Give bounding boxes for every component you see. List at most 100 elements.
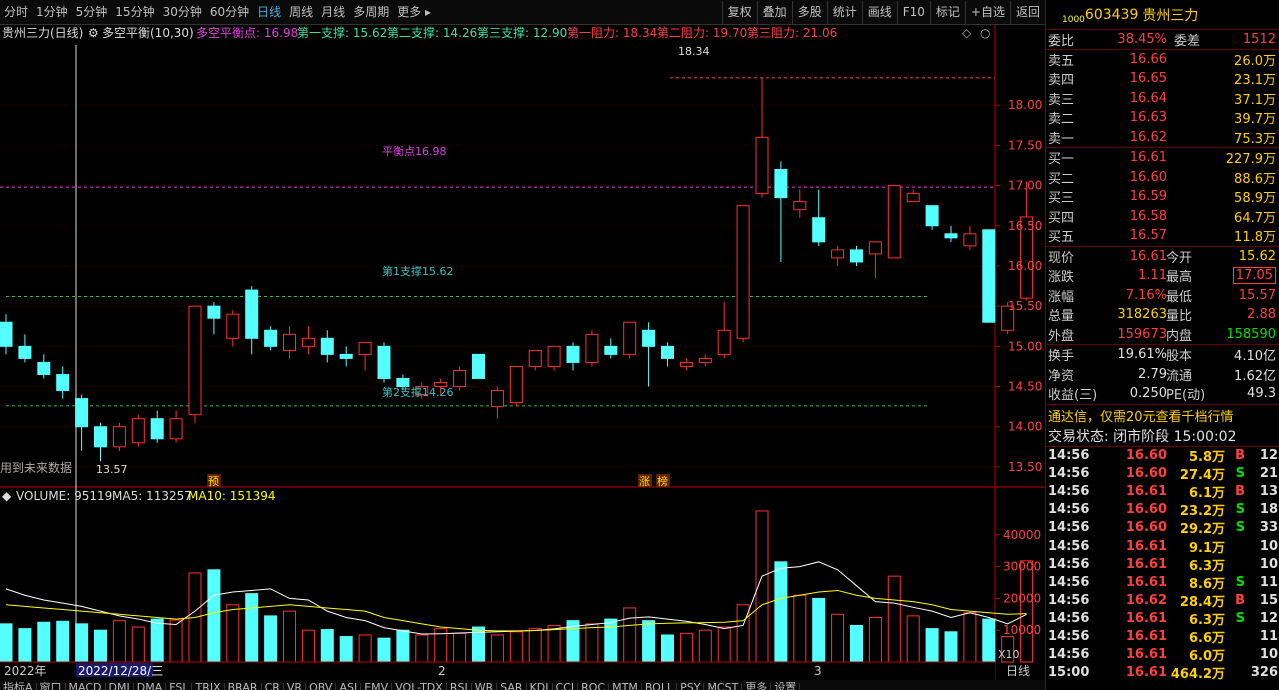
ask-price-2[interactable]: 16.64 [1130,91,1167,106]
indicator-tab-22[interactable]: PSY [677,682,705,690]
period-tab-9[interactable]: 多周期 [349,0,393,25]
indicator-tab-17[interactable]: KDJ [527,682,553,690]
tick-price-10: 16.61 [1125,628,1167,644]
chart-stock-title: 贵州三力(日线) [2,26,83,40]
tick-price-8: 16.62 [1125,592,1167,608]
volume-bar-15 [283,610,296,663]
indicator-tab-5[interactable]: FSL [166,682,193,690]
candle-14[interactable] [264,326,278,351]
candle-33[interactable] [623,321,637,359]
bid-price-0[interactable]: 16.61 [1130,150,1167,165]
bid-book: 买一 16.61 227.9万 买二 16.60 88.6万 买三 16.59 58.9万 买四 1… [1046,147,1279,246]
price-tick-2: 17.00 [1008,179,1042,193]
period-tab-7[interactable]: 周线 [285,0,317,25]
volume-bar-12 [226,604,240,663]
indicator-tab-15[interactable]: WR [472,682,498,690]
indicator-tab-20[interactable]: MTM [609,682,642,690]
ask-price-4[interactable]: 16.62 [1130,130,1167,145]
indicator-tab-2[interactable]: MACD [66,682,106,690]
indicator-tab-21[interactable]: BOLL [642,682,678,690]
ask-label-2: 卖三 [1048,92,1075,108]
period-tab-6[interactable]: 日线 [253,0,285,25]
bid-price-4[interactable]: 16.57 [1130,228,1167,243]
indicator-tab-6[interactable]: TRIX [192,682,225,690]
candle-31[interactable] [585,330,599,367]
candle-25[interactable] [472,353,485,379]
expand-icon[interactable]: ◇ [962,26,972,40]
toolbar-button-7[interactable]: +自选 [964,1,1010,25]
indicator-tab-4[interactable]: DMA [134,682,167,690]
period-tab-4[interactable]: 30分钟 [159,0,206,25]
ad-banner[interactable]: 通达信，仅需20元查看千档行情 [1046,403,1279,426]
candle-47[interactable] [887,185,901,259]
volume-bar-38 [717,626,731,663]
volume-bar-9 [169,619,183,663]
ask-price-3[interactable]: 16.63 [1130,110,1167,125]
indicator-tab-1[interactable]: 窗口 [37,682,66,690]
indicator-tab-16[interactable]: SAR [497,682,527,690]
period-tab-8[interactable]: 月线 [317,0,349,25]
candle-54[interactable] [1020,181,1034,301]
ask-row-3: 卖二 16.63 39.7万 [1046,108,1279,128]
indicator-tab-8[interactable]: CR [262,682,284,690]
indicator-tab-24[interactable]: 更多 [742,682,772,690]
toolbar-button-2[interactable]: 多股 [791,1,827,25]
indicator-tab-23[interactable]: MCST [704,682,743,690]
period-tab-0[interactable]: 分时 [0,0,32,25]
tick-time-3: 14:56 [1048,502,1090,518]
period-tab-5[interactable]: 60分钟 [206,0,253,25]
indicator-settings-icon[interactable]: ⚙ [88,26,99,40]
close-icon[interactable]: ○ [980,26,990,40]
candle-49[interactable] [925,205,939,230]
indicator-name[interactable]: 多空平衡(10,30) [102,26,194,40]
candle-24[interactable] [453,366,467,391]
tick-side-7: S [1235,574,1245,590]
candle-7[interactable] [131,414,145,447]
ask-price-0[interactable]: 16.66 [1130,52,1167,67]
period-tab-2[interactable]: 5分钟 [72,0,112,25]
period-tab-10[interactable]: 更多 ▸ [393,0,435,25]
price-tick-6: 15.00 [1008,339,1042,353]
fundamental-label-b-0: 股本 [1166,349,1193,365]
toolbar-button-6[interactable]: 标记 [929,1,965,25]
indicator-tab-12[interactable]: EMV [361,682,393,690]
indicator-tab-0[interactable]: 指标A [0,682,37,690]
support1-line-label: 第1支撑15.62 [382,264,454,278]
indicator-tab-11[interactable]: ASI [336,682,362,690]
indicator-tab-25[interactable]: 设置 [771,682,801,690]
bid-price-2[interactable]: 16.59 [1130,189,1167,204]
toolbar-button-1[interactable]: 叠加 [756,1,792,25]
tick-list[interactable]: 14:56 16.60 5.8万 B 12 14:56 16.60 27.4万 S 21 14:56… [1046,447,1279,682]
tick-price-6: 16.61 [1125,556,1167,572]
period-tab-3[interactable]: 15分钟 [111,0,158,25]
candle-52[interactable] [982,229,996,323]
indicator-tab-7[interactable]: BRAR [225,682,262,690]
indicator-tab-13[interactable]: VOL-TDX [392,682,447,690]
period-tab-1[interactable]: 1分钟 [32,0,72,25]
candle-29[interactable] [547,345,561,371]
indicator-tab-10[interactable]: OBV [306,682,337,690]
candle-10[interactable] [188,305,202,423]
toolbar-button-5[interactable]: F10 [896,1,930,25]
tick-count-6: 10 [1259,556,1278,572]
indicator-tab-9[interactable]: VR [284,682,307,690]
bid-price-3[interactable]: 16.58 [1130,209,1167,224]
toolbar-button-8[interactable]: 返回 [1009,1,1045,25]
month-2-label: 2 [438,664,446,678]
toolbar-button-0[interactable]: 复权 [721,1,757,25]
candle-6[interactable] [112,422,126,451]
indicator-tab-19[interactable]: ROC [578,682,610,690]
indicator-tab-14[interactable]: RSI [447,682,472,690]
ask-price-1[interactable]: 16.65 [1130,71,1167,86]
toolbar-button-4[interactable]: 画线 [861,1,897,25]
candle-27[interactable] [509,365,523,407]
volume-settings-icon[interactable]: ◆ [2,489,12,503]
indicator-tab-18[interactable]: CCI [553,682,579,690]
indicator-tabs: 指标A 窗口 MACD DMI DMA FSL TRIX BRAR CR VR OBV ASI EMV V… [0,680,1045,690]
toolbar-button-3[interactable]: 统计 [826,1,862,25]
candle-20[interactable] [377,342,391,383]
bid-price-1[interactable]: 16.60 [1130,170,1167,185]
candle-39[interactable] [736,205,750,343]
indicator-tab-3[interactable]: DMI [106,682,134,690]
kline-chart[interactable]: 18.00 17.50 17.00 16.50 16.00 15.50 15.00 14.50… [0,25,1045,680]
